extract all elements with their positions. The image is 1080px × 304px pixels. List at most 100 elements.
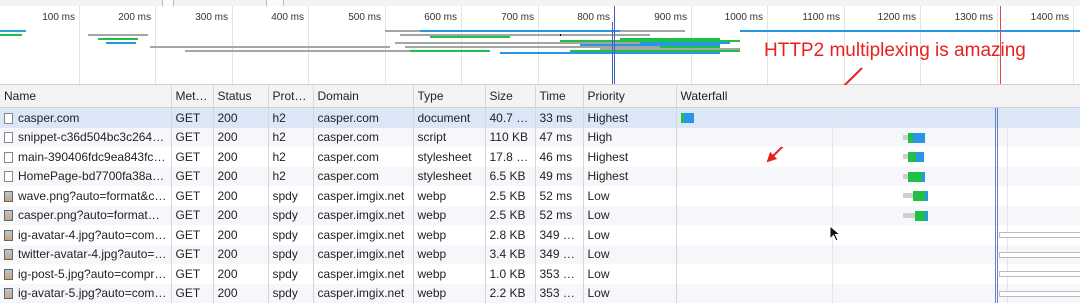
cell-domain: casper.com — [313, 166, 414, 186]
cell-priority: Low — [583, 283, 677, 303]
request-name: ig-post-5.jpg?auto=compr… — [18, 266, 167, 281]
overview-request-bar — [640, 42, 730, 44]
column-header-name[interactable]: Name — [0, 85, 172, 108]
table-row[interactable]: HomePage-bd7700fa38a9… GET 200 h2 casper.com… — [0, 166, 1080, 186]
cell-name: ig-post-5.jpg?auto=compr… — [0, 264, 172, 284]
column-header-protocol[interactable]: Prot… — [268, 85, 314, 108]
table-row[interactable]: snippet-c36d504bc3c2647… GET 200 h2 casper.c… — [0, 127, 1080, 147]
overview-tick-label: 1300 ms — [954, 12, 993, 23]
table-header: Name Met… Status Prot… Domain Type Size … — [0, 85, 1080, 108]
cell-status: 200 — [213, 186, 269, 206]
overview-tick-label: 1100 ms — [802, 12, 840, 23]
waterfall-gridline — [1006, 147, 1008, 167]
cell-status: 200 — [213, 205, 269, 225]
cell-time: 47 ms — [535, 127, 584, 147]
document-icon — [4, 151, 13, 163]
table-row[interactable]: ig-avatar-4.jpg?auto=com… GET 200 spdy caspe… — [0, 225, 1080, 245]
cell-method: GET — [171, 205, 214, 225]
table-row[interactable]: wave.png?auto=format&cs… GET 200 spdy casper… — [0, 186, 1080, 206]
cell-protocol: spdy — [268, 205, 314, 225]
cell-time: 52 ms — [535, 205, 584, 225]
waterfall-gridline — [1006, 166, 1008, 186]
cell-status: 200 — [213, 107, 269, 128]
waterfall-gridline — [831, 283, 833, 303]
overview-tick-label: 1000 ms — [724, 12, 763, 23]
cell-type: script — [413, 127, 486, 147]
overview-gridline — [538, 6, 539, 84]
cell-priority: Low — [583, 205, 677, 225]
column-header-type[interactable]: Type — [413, 85, 486, 108]
cell-method: GET — [171, 283, 214, 303]
overview-request-bar — [420, 30, 620, 32]
waterfall-cell — [676, 205, 1080, 225]
request-name: wave.png?auto=format&cs… — [18, 188, 171, 203]
waterfall-gridline — [831, 205, 833, 225]
waterfall-gridline — [831, 264, 833, 284]
table-row[interactable]: main-390406fdc9ea843fcf… GET 200 h2 casper.c… — [0, 147, 1080, 167]
overview-tick-label: 500 ms — [348, 12, 381, 23]
cell-size: 110 KB — [485, 127, 536, 147]
cell-name: snippet-c36d504bc3c2647… — [0, 127, 172, 147]
waterfall-marker-line — [994, 186, 996, 206]
table-row[interactable]: casper.png?auto=format&c… GET 200 spdy caspe… — [0, 205, 1080, 225]
cell-status: 200 — [213, 127, 269, 147]
cell-method: GET — [171, 147, 214, 167]
cell-method: GET — [171, 186, 214, 206]
cell-type: webp — [413, 283, 486, 303]
image-icon — [4, 268, 13, 280]
cell-domain: casper.imgix.net — [313, 186, 414, 206]
waterfall-marker-line — [994, 283, 996, 303]
cell-status: 200 — [213, 225, 269, 245]
cell-status: 200 — [213, 147, 269, 167]
overview-request-bar — [500, 52, 720, 54]
cell-name: casper.png?auto=format&c… — [0, 205, 172, 225]
overview-request-bar — [560, 34, 561, 36]
column-header-method[interactable]: Met… — [171, 85, 214, 108]
waterfall-cell — [676, 186, 1080, 206]
column-header-size[interactable]: Size — [485, 85, 536, 108]
cell-name: casper.com — [0, 107, 172, 128]
cell-name: ig-avatar-5.jpg?auto=com… — [0, 283, 172, 303]
cell-priority: Highest — [583, 107, 677, 128]
table-row[interactable]: ig-avatar-5.jpg?auto=com… GET 200 spdy caspe… — [0, 283, 1080, 303]
cell-name: HomePage-bd7700fa38a9… — [0, 166, 172, 186]
waterfall-download-segment — [924, 191, 928, 201]
waterfall-download-segment — [912, 132, 925, 143]
cell-domain: casper.imgix.net — [313, 225, 414, 245]
waterfall-ttfb-segment — [907, 171, 922, 182]
annotation-text: HTTP2 multiplexing is amazing — [764, 40, 1026, 61]
column-header-priority[interactable]: Priority — [583, 85, 677, 108]
cell-type: webp — [413, 205, 486, 225]
cell-size: 3.4 KB — [485, 244, 536, 264]
cell-status: 200 — [213, 283, 269, 303]
overview-tick-label: 1200 ms — [877, 12, 916, 23]
cell-method: GET — [171, 166, 214, 186]
cell-size: 17.8 KB — [485, 147, 536, 167]
waterfall-marker-line — [994, 108, 996, 128]
overview-request-bar — [740, 30, 1080, 32]
waterfall-download-segment — [924, 210, 928, 221]
overview-request-bar — [106, 42, 136, 44]
column-header-status[interactable]: Status — [213, 85, 269, 108]
request-name: casper.png?auto=format&c… — [18, 208, 171, 223]
waterfall-marker-line — [996, 147, 998, 167]
network-requests-table: Name Met… Status Prot… Domain Type Size … — [0, 85, 1080, 303]
overview-tick-label: 900 ms — [654, 12, 687, 23]
overview-gridline — [461, 6, 462, 84]
cell-domain: casper.com — [313, 107, 414, 128]
table-row[interactable]: twitter-avatar-4.jpg?auto=c… GET 200 spdy ca… — [0, 244, 1080, 264]
waterfall-queue-segment — [998, 290, 1080, 297]
table-row[interactable]: casper.com GET 200 h2 casper.com document 40.7… — [0, 107, 1080, 128]
table-row[interactable]: ig-post-5.jpg?auto=compr… GET 200 spdy caspe… — [0, 264, 1080, 284]
cell-status: 200 — [213, 244, 269, 264]
cell-size: 40.7 KB — [485, 107, 536, 128]
image-icon — [4, 249, 13, 261]
cell-protocol: h2 — [268, 107, 314, 128]
column-header-time[interactable]: Time — [535, 85, 584, 108]
cell-domain: casper.imgix.net — [313, 283, 414, 303]
waterfall-cell — [676, 264, 1080, 284]
waterfall-marker-line — [994, 244, 996, 264]
column-header-waterfall[interactable]: Waterfall — [676, 85, 1080, 108]
overview-tick-label: 400 ms — [271, 12, 304, 23]
column-header-domain[interactable]: Domain — [313, 85, 414, 108]
